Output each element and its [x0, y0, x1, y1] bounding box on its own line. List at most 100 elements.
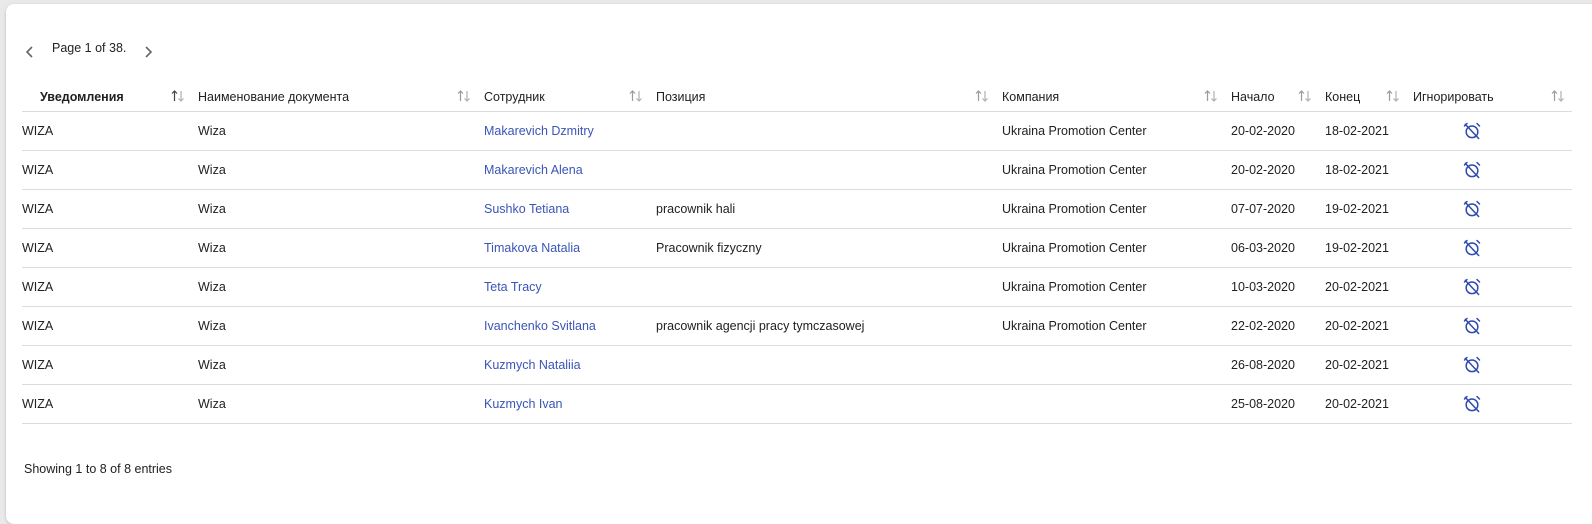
cell-document: Wiza [192, 345, 478, 385]
cell-text: WIZA [22, 397, 54, 411]
column-header[interactable]: Игнорировать [1407, 82, 1572, 112]
cell-text: Ukraina Promotion Center [1002, 163, 1147, 177]
column-header[interactable]: Позиция [650, 82, 996, 112]
sort-button[interactable] [628, 89, 644, 106]
cell-company: Ukraina Promotion Center [996, 228, 1225, 268]
ignore-button[interactable] [1462, 316, 1482, 339]
cell-text: 19-02-2021 [1325, 241, 1389, 255]
ignore-button[interactable] [1462, 199, 1482, 222]
cell-text: 20-02-2021 [1325, 358, 1389, 372]
pagination: Page 1 of 38. [20, 40, 158, 64]
cell-text: 20-02-2020 [1231, 124, 1295, 138]
employee-link[interactable]: Ivanchenko Svitlana [484, 319, 596, 333]
cell-text: WIZA [22, 358, 54, 372]
sort-button[interactable] [456, 89, 472, 106]
table-row: WIZA Wiza Sushko Tetiana pracownik hali Ukra… [22, 189, 1572, 229]
cell-document: Wiza [192, 384, 478, 424]
next-page-button[interactable] [140, 40, 158, 64]
column-header[interactable]: Компания [996, 82, 1225, 112]
sort-button[interactable] [1297, 89, 1313, 106]
cell-text: 20-02-2020 [1231, 163, 1295, 177]
column-header-label: Конец [1325, 89, 1361, 104]
cell-text: WIZA [22, 280, 54, 294]
cell-employee: Kuzmych Ivan [478, 384, 650, 424]
column-header[interactable]: Начало [1225, 82, 1319, 112]
cell-text: WIZA [22, 319, 54, 333]
cell-text: 22-02-2020 [1231, 319, 1295, 333]
table-row: WIZA Wiza Timakova Natalia Pracownik fizycz… [22, 228, 1572, 268]
sort-arrows-icon [1551, 90, 1564, 102]
column-header[interactable]: Сотрудник [478, 82, 650, 112]
employee-link[interactable]: Kuzmych Nataliia [484, 358, 581, 372]
ignore-button[interactable] [1462, 160, 1482, 183]
cell-text: Wiza [198, 397, 226, 411]
cell-text: Wiza [198, 202, 226, 216]
cell-text: 20-02-2021 [1325, 397, 1389, 411]
employee-link[interactable]: Makarevich Alena [484, 163, 583, 177]
cell-end: 20-02-2021 [1319, 306, 1407, 346]
cell-text: Wiza [198, 319, 226, 333]
cell-start: 07-07-2020 [1225, 189, 1319, 229]
cell-company [996, 384, 1225, 424]
cell-text: WIZA [22, 124, 54, 138]
column-header-label: Наименование документа [198, 89, 350, 104]
table-body: WIZA Wiza Makarevich Dzmitry Ukraina Promot… [22, 111, 1572, 424]
cell-end: 20-02-2021 [1319, 345, 1407, 385]
sort-button[interactable] [1385, 89, 1401, 106]
alarm-off-icon [1463, 239, 1481, 256]
column-header[interactable]: Наименование документа [192, 82, 478, 112]
table-row: WIZA Wiza Kuzmych Nataliia 26-08-2020 20-02-… [22, 345, 1572, 385]
cell-employee: Makarevich Dzmitry [478, 111, 650, 151]
cell-text: 25-08-2020 [1231, 397, 1295, 411]
column-header[interactable]: Конец [1319, 82, 1407, 112]
employee-link[interactable]: Sushko Tetiana [484, 202, 569, 216]
cell-text: pracownik hali [656, 202, 736, 216]
prev-page-button[interactable] [20, 40, 38, 64]
cell-text: Wiza [198, 358, 226, 372]
cell-notification: WIZA [22, 267, 192, 307]
cell-position: Pracownik fizyczny [650, 228, 996, 268]
cell-start: 22-02-2020 [1225, 306, 1319, 346]
cell-text: Wiza [198, 163, 226, 177]
ignore-button[interactable] [1462, 238, 1482, 261]
cell-document: Wiza [192, 306, 478, 346]
ignore-button[interactable] [1462, 121, 1482, 144]
alarm-off-icon [1463, 395, 1481, 412]
cell-position: pracownik agencji pracy tymczasowej [650, 306, 996, 346]
column-header-label: Компания [1002, 89, 1060, 104]
employee-link[interactable]: Makarevich Dzmitry [484, 124, 594, 138]
cell-employee: Makarevich Alena [478, 150, 650, 190]
sort-arrows-icon [1204, 90, 1217, 102]
ignore-button[interactable] [1462, 394, 1482, 417]
cell-document: Wiza [192, 111, 478, 151]
cell-position [650, 267, 996, 307]
entries-info: Showing 1 to 8 of 8 entries [24, 462, 173, 476]
cell-text: WIZA [22, 202, 54, 216]
employee-link[interactable]: Teta Tracy [484, 280, 542, 294]
ignore-button[interactable] [1462, 355, 1482, 378]
column-header[interactable]: Уведомления [22, 82, 192, 112]
cell-text: Wiza [198, 241, 226, 255]
cell-employee: Sushko Tetiana [478, 189, 650, 229]
alarm-off-icon [1463, 356, 1481, 373]
cell-end: 20-02-2021 [1319, 384, 1407, 424]
cell-company [996, 345, 1225, 385]
sort-arrows-icon [171, 90, 184, 102]
chevron-left-icon [25, 46, 33, 58]
employee-link[interactable]: Timakova Natalia [484, 241, 580, 255]
cell-employee: Kuzmych Nataliia [478, 345, 650, 385]
cell-start: 25-08-2020 [1225, 384, 1319, 424]
cell-end: 20-02-2021 [1319, 267, 1407, 307]
cell-ignore [1407, 228, 1572, 268]
cell-notification: WIZA [22, 384, 192, 424]
sort-button[interactable] [1203, 89, 1219, 106]
ignore-button[interactable] [1462, 277, 1482, 300]
chevron-right-icon [145, 46, 153, 58]
sort-button[interactable] [1550, 89, 1566, 106]
cell-position [650, 150, 996, 190]
notifications-table: Уведомления Наименование документа Сотру… [22, 82, 1572, 424]
employee-link[interactable]: Kuzmych Ivan [484, 397, 563, 411]
cell-ignore [1407, 345, 1572, 385]
sort-button[interactable] [170, 89, 186, 106]
sort-button[interactable] [974, 89, 990, 106]
